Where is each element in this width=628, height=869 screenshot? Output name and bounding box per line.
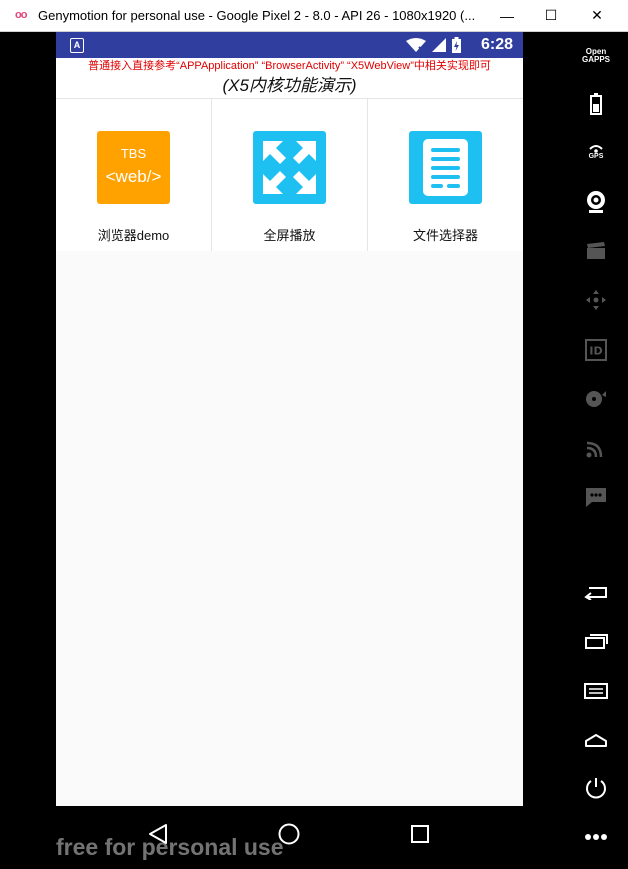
web-icon-text: <web/> (105, 167, 162, 186)
media-icon[interactable] (582, 237, 610, 265)
gps-icon[interactable]: GPS (582, 138, 610, 166)
maximize-button[interactable]: ☐ (528, 0, 574, 31)
battery-charging-icon (452, 37, 461, 53)
browser-demo-item[interactable]: TBS <web/> 浏览器demo (56, 99, 212, 251)
minimize-button[interactable]: — (484, 0, 530, 31)
tbs-icon-text: TBS (120, 146, 147, 161)
window-titlebar: oo Genymotion for personal use - Google … (0, 0, 628, 32)
genymotion-sidebar: Open GAPPS GPS ID (568, 32, 624, 869)
tbs-web-icon: TBS <web/> (97, 131, 170, 204)
status-bar: A 6:28 (56, 32, 523, 58)
open-gapps-label: Open GAPPS (582, 47, 611, 64)
browser-demo-label: 浏览器demo (97, 228, 170, 243)
open-gapps-icon[interactable]: Open GAPPS (582, 42, 610, 70)
fullscreen-icon (253, 131, 326, 204)
fullscreen-play-label: 全屏播放 (263, 228, 316, 243)
disk-icon[interactable] (582, 385, 610, 413)
back-icon[interactable] (582, 578, 610, 606)
cast-icon[interactable] (582, 434, 610, 462)
gps-label: GPS (588, 153, 604, 160)
close-button[interactable]: ✕ (574, 0, 620, 31)
notification-icon: A (70, 38, 84, 53)
battery-icon[interactable] (582, 90, 610, 118)
integration-notice: 普通接入直接参考“APPApplication” “BrowserActivit… (56, 58, 523, 74)
signal-icon (432, 38, 446, 52)
genymotion-logo: oo (15, 9, 27, 21)
watermark: free for personal use (56, 834, 284, 860)
recents-icon[interactable] (582, 627, 610, 655)
window-left-border (0, 32, 8, 869)
file-chooser-icon (409, 131, 482, 204)
home-icon[interactable] (582, 726, 610, 754)
file-chooser-item[interactable]: 文件选择器 (368, 99, 523, 251)
window-title: Genymotion for personal use - Google Pix… (38, 8, 476, 23)
id-icon[interactable]: ID (582, 336, 610, 364)
system-icons (406, 37, 461, 53)
wifi-icon (406, 38, 426, 52)
camera-icon[interactable] (582, 188, 610, 216)
file-chooser-label: 文件选择器 (412, 228, 478, 243)
android-screen[interactable]: A 6:28 普通接入直接参考“APPApplication” “Browser… (56, 32, 523, 806)
power-icon[interactable] (582, 774, 610, 802)
feature-grid: TBS <web/> 浏览器demo 全屏播放 文件选择器 (56, 99, 523, 251)
sms-icon[interactable] (582, 483, 610, 511)
dpad-icon[interactable] (582, 286, 610, 314)
svg-text:ID: ID (589, 345, 602, 358)
menu-icon[interactable] (582, 677, 610, 705)
fullscreen-play-item[interactable]: 全屏播放 (212, 99, 368, 251)
page-title: (X5内核功能演示) (56, 74, 523, 99)
recents-icon[interactable] (402, 816, 438, 852)
status-time: 6:28 (480, 36, 513, 53)
more-icon[interactable] (582, 823, 610, 851)
